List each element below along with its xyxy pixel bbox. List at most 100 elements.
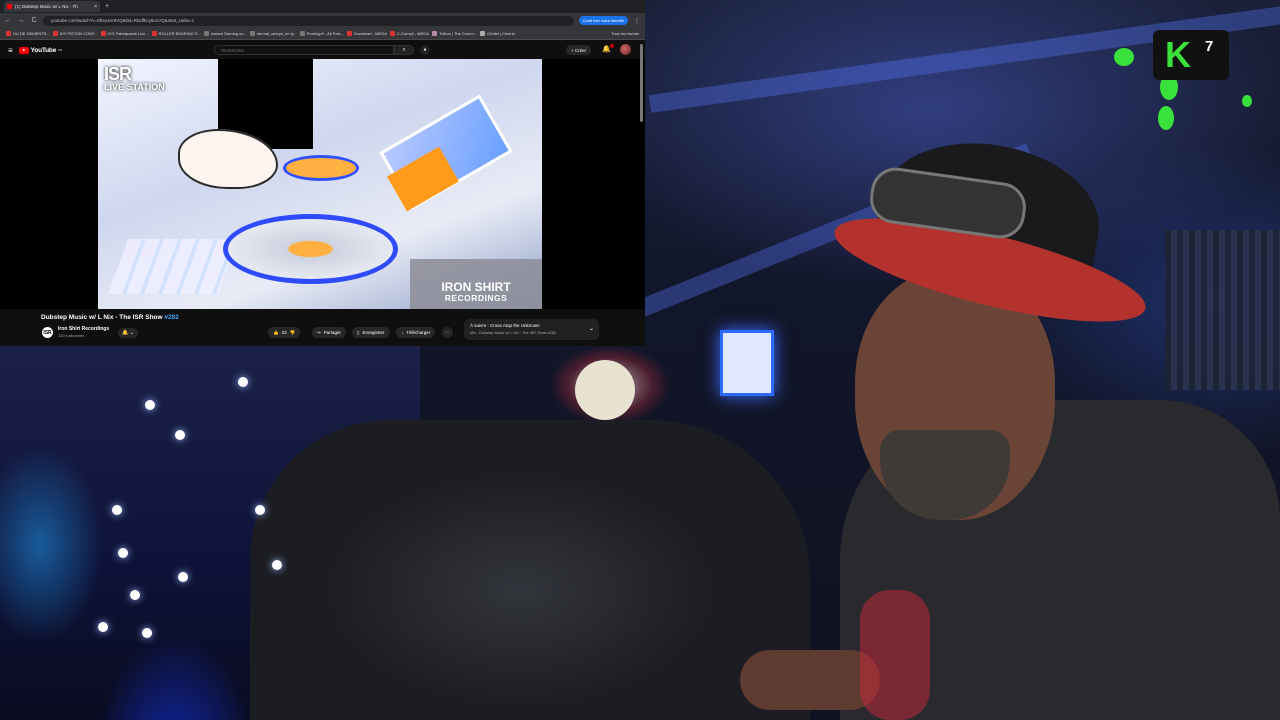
hamburger-menu-icon[interactable]: ≡ [8,46,13,55]
bookmark-item[interactable]: Instant Gaming co... [203,31,247,36]
url-field[interactable]: youtube.com/watch?v=8frey4nr9VQ&list=RDd… [43,15,574,26]
bookmark-item[interactable]: DIY PISTON CONF... [52,31,98,36]
bookmark-favicon-icon [480,31,486,36]
string-light [238,377,248,387]
like-count: 23 [281,330,287,335]
bookmark-favicon-icon [431,31,437,36]
browser-tab-active[interactable]: (1) Dubstep Music w/ L Nix - Th × [4,1,100,12]
download-button[interactable]: ↓ Télécharger [396,327,436,338]
browser-menu-icon[interactable]: ⋮ [633,17,641,25]
next-up-title: À suivre : Cross Atop the Unknown [470,323,540,328]
widget-logo-mark: K [1165,34,1191,75]
string-light [98,622,108,632]
skull-decoration [575,360,635,420]
notification-badge [609,44,614,48]
bookmark-favicon-icon [249,31,255,36]
more-actions-button[interactable]: ··· [442,327,453,338]
search-input[interactable]: Rechercher [214,45,394,55]
isr-live-logo: ISR LIVE STATION [104,64,165,92]
chevron-down-icon[interactable]: ⌄ [589,325,594,332]
tab-strip: (1) Dubstep Music w/ L Nix - Th × + [0,0,645,13]
bookmark-item[interactable]: C-Compil - MEGA [389,31,429,36]
video-title: Dubstep Music w/ L Nix - The ISR Show #2… [41,314,179,321]
video-title-hashtag[interactable]: #282 [164,314,178,321]
person-hand [740,650,880,710]
address-bar-row: ← → C youtube.com/watch?v=8frey4nr9VQ&li… [0,13,645,28]
tab-close-icon[interactable]: × [94,4,97,10]
channel-name[interactable]: Iron Shirt Recordings [58,326,109,332]
video-jog-small [283,155,359,181]
video-jog-wheel [223,214,398,284]
video-meta: Dubstep Music w/ L Nix - The ISR Show #2… [0,309,645,346]
string-light [130,590,140,600]
browser-window: (1) Dubstep Music w/ L Nix - Th × + ← → … [0,0,645,346]
string-light [178,572,188,582]
search-icon[interactable]: ⌕ [394,45,414,55]
string-light [118,548,128,558]
video-player[interactable]: ISR LIVE STATION IRON SHIRT RECORDINGS [0,59,645,309]
string-light [272,560,282,570]
bookmark-favicon-icon [346,31,352,36]
couch [250,420,810,720]
bookmark-favicon-icon [299,31,305,36]
share-button[interactable]: ↪ Partager [312,327,347,338]
youtube-header: ≡ YouTube FR Rechercher ⌕ ● + Créer 🔔 [0,40,645,60]
subscription-bell-button[interactable]: 🔔 ⌄ [118,328,138,338]
share-icon: ↪ [317,329,321,335]
bookmark-item[interactable]: Prototyp9 - All Pols... [299,31,344,36]
reload-icon[interactable]: C [30,17,38,24]
notifications-bell-icon[interactable]: 🔔 [602,44,614,53]
video-pads [107,239,239,294]
like-dislike-button[interactable]: 👍 23 👎 [268,327,301,338]
green-particle [1114,48,1134,66]
string-light [255,505,265,515]
next-up-panel[interactable]: À suivre : Cross Atop the Unknown Mix - … [464,319,599,340]
next-up-playlist: Mix - Dubstep Music w/ L Nix - The ISR S… [470,331,557,335]
green-particle [1158,106,1174,130]
string-light [145,400,155,410]
bookmark-item[interactable]: Download - MEGA [346,31,387,36]
bookmarks-bar: DU DE GEMENTS... DIY PISTON CONF... ICG … [0,28,645,40]
account-avatar[interactable] [620,44,631,55]
iron-shirt-watermark: IRON SHIRT RECORDINGS [410,259,542,309]
thumbs-up-icon[interactable]: 👍 [273,330,279,336]
youtube-region-code: FR [58,48,62,52]
mic-icon[interactable]: ● [420,45,430,55]
string-light [175,430,185,440]
bookmark-item[interactable]: Orbitel | Celerio [480,31,515,36]
bookmark-favicon-icon [203,31,209,36]
bookmark-favicon-icon [389,31,395,36]
youtube-logo-text: YouTube [30,46,57,54]
bookmark-favicon-icon [100,31,106,36]
video-frame[interactable]: ISR LIVE STATION IRON SHIRT RECORDINGS [98,59,542,309]
bookmark-favicon-icon [6,31,11,36]
back-arrow-icon[interactable]: ← [4,17,12,24]
page-scrollbar[interactable] [640,44,643,122]
identity-promo-button[interactable]: Confi mer votre identité [578,16,628,25]
green-particle [1242,95,1252,107]
save-button[interactable]: ▯ Enregistrer [352,327,390,338]
tab-title: (1) Dubstep Music w/ L Nix - Th [15,4,78,9]
new-tab-button[interactable]: + [105,3,109,10]
channel-avatar[interactable]: ISR [42,327,53,338]
bookmark-item[interactable]: Tuition | The Comm... [431,31,477,36]
subscriber-count: 120 k abonnés [58,333,85,338]
string-light [112,505,122,515]
all-bookmarks-button[interactable]: Tous les favoris [611,31,639,36]
bookmark-favicon-icon [151,31,157,36]
red-glass [860,590,930,720]
string-light [142,628,152,638]
thumbs-down-icon[interactable]: 👎 [290,330,296,336]
bookmark-item[interactable]: ROLLER BEARING S... [151,31,201,36]
forward-arrow-icon[interactable]: → [17,17,25,24]
bookmark-item[interactable]: ebroad_wheys_en ty... [249,31,297,36]
youtube-logo[interactable]: YouTube FR [18,46,62,54]
create-button[interactable]: + Créer [566,45,592,55]
bookmark-icon: ▯ [357,329,360,335]
city-window [1165,230,1280,390]
bookmark-favicon-icon [52,31,58,36]
bookmark-item[interactable]: ICG Fabriquants Lice... [100,31,149,36]
stream-overlay-widget: K 7 [1153,30,1229,80]
download-icon: ↓ [401,330,404,335]
bookmark-item[interactable]: DU DE GEMENTS... [6,31,50,36]
